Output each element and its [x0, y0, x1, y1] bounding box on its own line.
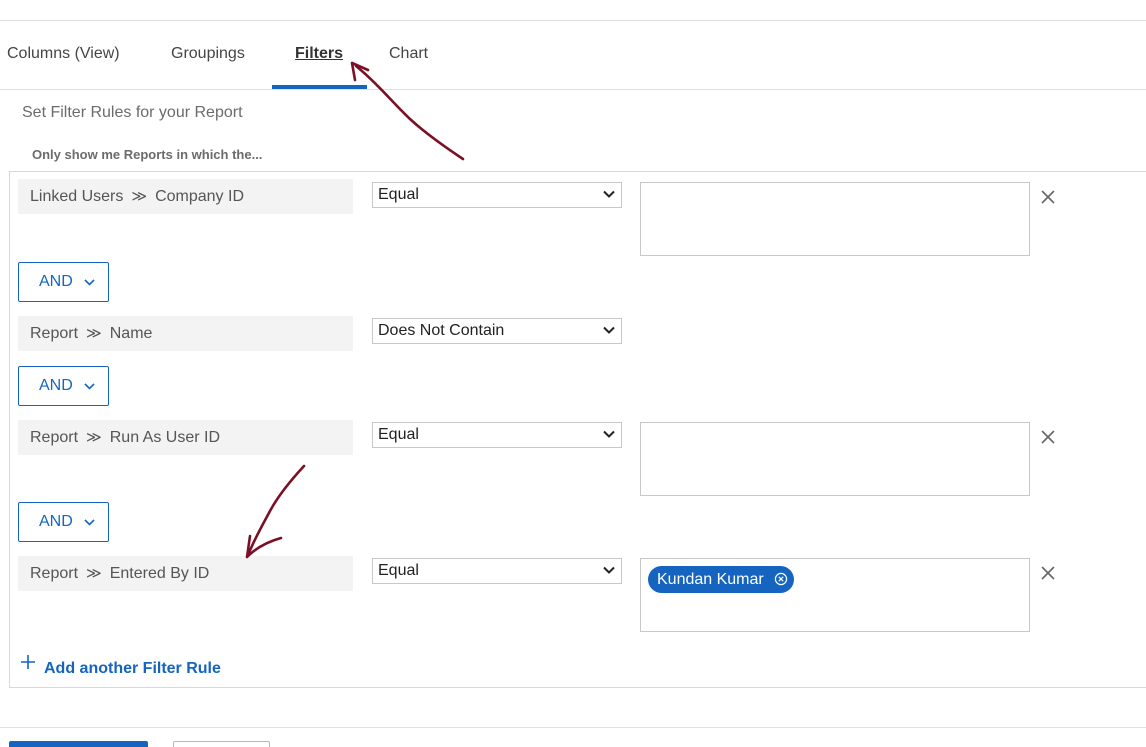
operator-selected-value: Equal — [378, 426, 419, 443]
operator-select[interactable]: Equal — [372, 182, 622, 208]
chevron-down-icon — [603, 566, 615, 574]
operator-selected-value: Does Not Contain — [378, 322, 505, 339]
operator-selected-value: Equal — [378, 562, 419, 579]
filter-field-object: Report — [30, 429, 79, 446]
filter-field-object: Report — [30, 565, 79, 582]
filter-field-object: Report — [30, 325, 79, 342]
chevron-down-icon — [84, 383, 95, 390]
filter-field-report-run-as-user-id[interactable]: Report ≫ Run As User ID — [18, 420, 353, 455]
active-tab-indicator — [272, 85, 367, 89]
field-path-separator-icon: ≫ — [86, 325, 102, 342]
tab-groupings[interactable]: Groupings — [171, 21, 245, 90]
filter-field-name: Company ID — [155, 188, 244, 205]
add-filter-rule-link[interactable]: Add another Filter Rule — [20, 654, 221, 682]
filter-field-report-entered-by-id[interactable]: Report ≫ Entered By ID — [18, 556, 353, 591]
connector-label: AND — [39, 377, 73, 394]
add-filter-rule-label: Add another Filter Rule — [44, 660, 221, 677]
filters-section-title: Set Filter Rules for your Report — [22, 104, 243, 121]
filter-field-name: Name — [109, 325, 153, 342]
chip-label: Kundan Kumar — [657, 571, 764, 588]
tab-chart[interactable]: Chart — [389, 21, 428, 90]
selected-user-chip: Kundan Kumar — [648, 566, 794, 593]
and-connector-button[interactable]: AND — [18, 262, 109, 302]
secondary-action-button[interactable] — [173, 741, 270, 747]
operator-select[interactable]: Equal — [372, 558, 622, 584]
filter-field-linked-users-company-id[interactable]: Linked Users ≫ Company ID — [18, 179, 353, 214]
chevron-down-icon — [603, 326, 615, 334]
operator-selected-value: Equal — [378, 186, 419, 203]
filter-field-report-name[interactable]: Report ≫ Name — [18, 316, 353, 351]
connector-label: AND — [39, 513, 73, 530]
tab-columns-view[interactable]: Columns (View) — [7, 21, 120, 90]
close-icon[interactable] — [1040, 189, 1056, 205]
close-icon[interactable] — [1040, 429, 1056, 445]
field-path-separator-icon: ≫ — [86, 429, 102, 446]
field-path-separator-icon: ≫ — [131, 188, 148, 205]
and-connector-button[interactable]: AND — [18, 502, 109, 542]
primary-action-button[interactable] — [9, 741, 148, 747]
report-tabs: Columns (View) Groupings Filters Chart — [0, 21, 1146, 90]
plus-icon — [21, 655, 35, 669]
chevron-down-icon — [603, 430, 615, 438]
filter-field-object: Linked Users — [30, 188, 124, 205]
filter-field-name: Run As User ID — [109, 429, 220, 446]
operator-select[interactable]: Does Not Contain — [372, 318, 622, 344]
and-connector-button[interactable]: AND — [18, 366, 109, 406]
chevron-down-icon — [84, 519, 95, 526]
chip-remove-icon[interactable] — [774, 572, 788, 586]
tab-filters[interactable]: Filters — [295, 21, 343, 90]
chevron-down-icon — [603, 190, 615, 198]
field-path-separator-icon: ≫ — [86, 565, 102, 582]
filters-section-subtitle: Only show me Reports in which the... — [32, 147, 263, 162]
filter-field-name: Entered By ID — [109, 565, 210, 582]
filter-value-input[interactable] — [640, 182, 1030, 256]
connector-label: AND — [39, 273, 73, 290]
footer-divider — [0, 727, 1146, 728]
filter-value-input[interactable] — [640, 422, 1030, 496]
close-icon[interactable] — [1040, 565, 1056, 581]
chevron-down-icon — [84, 279, 95, 286]
operator-select[interactable]: Equal — [372, 422, 622, 448]
